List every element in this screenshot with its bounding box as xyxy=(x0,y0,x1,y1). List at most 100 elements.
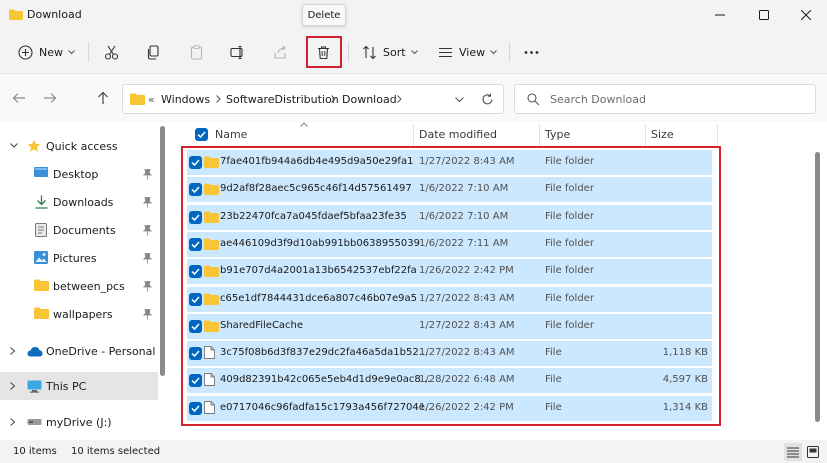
nav-label: between_pcs xyxy=(53,279,125,293)
share-icon xyxy=(274,44,286,59)
minimize-button[interactable] xyxy=(700,0,740,30)
chevron-right-icon xyxy=(216,95,221,103)
delete-tooltip: Delete xyxy=(302,4,346,26)
address-bar[interactable]: « Windows SoftwareDistribution Download xyxy=(122,84,504,114)
new-button[interactable]: New xyxy=(18,38,75,66)
pin-icon xyxy=(143,225,152,236)
column-type[interactable]: Type xyxy=(545,128,570,141)
chevron-down-icon xyxy=(410,49,418,54)
column-date-modified[interactable]: Date modified xyxy=(419,128,497,141)
check-icon xyxy=(197,131,206,139)
folder-icon xyxy=(34,307,49,319)
paste-icon xyxy=(190,44,203,60)
forward-icon[interactable] xyxy=(43,91,57,105)
nav-mydrive[interactable]: myDrive (J:) xyxy=(0,408,158,436)
back-icon[interactable] xyxy=(12,91,26,105)
view-button[interactable]: View xyxy=(438,38,497,66)
toolbar-separator xyxy=(88,42,89,62)
nav-quick-access[interactable]: Quick access xyxy=(0,132,158,160)
column-divider[interactable] xyxy=(645,124,646,146)
breadcrumb-download[interactable]: Download xyxy=(342,93,397,106)
column-divider[interactable] xyxy=(717,124,718,146)
toolbar-separator xyxy=(509,42,510,62)
breadcrumb-softwaredistribution[interactable]: SoftwareDistribution xyxy=(226,93,339,106)
nav-label: wallpapers xyxy=(53,307,113,321)
paste-button[interactable] xyxy=(189,38,204,66)
search-box[interactable]: Search Download xyxy=(514,84,816,114)
chevron-right-icon xyxy=(331,95,336,103)
document-icon xyxy=(35,223,47,237)
nav-item-desktop[interactable]: Desktop xyxy=(0,160,158,188)
column-size[interactable]: Size xyxy=(651,128,674,141)
nav-this-pc[interactable]: This PC xyxy=(0,372,158,400)
breadcrumb-overflow[interactable]: « xyxy=(148,93,155,106)
nav-label: Documents xyxy=(53,223,116,237)
chevron-right-icon xyxy=(10,418,16,426)
rename-icon xyxy=(230,45,243,59)
search-input[interactable]: Search Download xyxy=(550,93,646,106)
nav-item-between-pcs[interactable]: between_pcs xyxy=(0,272,158,300)
chevron-down-icon xyxy=(68,49,75,54)
search-icon xyxy=(527,93,540,106)
nav-label: This PC xyxy=(46,379,87,393)
command-bar: New Sort View xyxy=(0,30,827,74)
tiles-view-button[interactable] xyxy=(804,443,822,461)
nav-label: Quick access xyxy=(46,139,118,153)
more-icon xyxy=(524,50,539,54)
tiles-view-icon xyxy=(807,446,819,458)
details-view-icon xyxy=(787,447,799,457)
window-title: Download xyxy=(27,8,82,21)
column-divider[interactable] xyxy=(539,124,540,146)
nav-item-wallpapers[interactable]: wallpapers xyxy=(0,300,158,328)
chevron-down-icon xyxy=(10,143,18,148)
download-icon xyxy=(35,195,48,209)
select-all-checkbox[interactable] xyxy=(195,128,208,141)
column-name[interactable]: Name xyxy=(215,128,247,141)
desktop-icon xyxy=(34,167,48,177)
copy-button[interactable] xyxy=(146,38,161,66)
view-lines-icon xyxy=(439,47,452,57)
nav-item-documents[interactable]: Documents xyxy=(0,216,158,244)
nav-item-pictures[interactable]: Pictures xyxy=(0,244,158,272)
nav-scrollbar[interactable] xyxy=(160,126,165,376)
share-button[interactable] xyxy=(273,38,288,66)
close-icon xyxy=(801,10,811,20)
chevron-down-icon[interactable] xyxy=(455,97,464,103)
chevron-right-icon xyxy=(10,382,16,390)
column-header: Name Date modified Type Size xyxy=(180,122,827,148)
pin-icon xyxy=(143,281,152,292)
chevron-down-icon xyxy=(490,49,497,54)
nav-onedrive[interactable]: OneDrive - Personal xyxy=(0,337,158,365)
pin-icon xyxy=(143,197,152,208)
navigation-pane: Quick access Desktop Downloads Documents… xyxy=(0,122,168,440)
copy-icon xyxy=(147,44,159,60)
rename-button[interactable] xyxy=(230,38,245,66)
delete-button-highlight xyxy=(306,36,342,68)
pin-icon xyxy=(143,169,152,180)
folder-icon xyxy=(34,279,49,291)
breadcrumb-windows[interactable]: Windows xyxy=(161,93,210,106)
folder-icon xyxy=(130,93,145,105)
toolbar-separator xyxy=(348,42,349,62)
computer-icon xyxy=(27,380,42,393)
nav-label: myDrive (J:) xyxy=(46,415,112,429)
refresh-icon[interactable] xyxy=(481,93,494,106)
nav-label: OneDrive - Personal xyxy=(46,344,156,358)
up-arrow-icon[interactable] xyxy=(96,91,110,105)
maximize-button[interactable] xyxy=(744,0,784,30)
nav-item-downloads[interactable]: Downloads xyxy=(0,188,158,216)
details-view-button[interactable] xyxy=(784,443,802,461)
new-label: New xyxy=(39,45,63,59)
close-button[interactable] xyxy=(786,0,826,30)
selected-count: 10 items selected xyxy=(71,446,161,457)
nav-label: Downloads xyxy=(53,195,114,209)
file-list-scrollbar[interactable] xyxy=(815,152,820,422)
sort-button[interactable]: Sort xyxy=(362,38,418,66)
title-bar: Download xyxy=(0,0,827,30)
nav-label: Desktop xyxy=(53,167,99,181)
more-options-button[interactable] xyxy=(524,38,539,66)
pin-icon xyxy=(143,309,152,320)
address-row: « Windows SoftwareDistribution Download … xyxy=(0,74,827,122)
column-divider[interactable] xyxy=(413,124,414,146)
cut-button[interactable] xyxy=(104,38,119,66)
